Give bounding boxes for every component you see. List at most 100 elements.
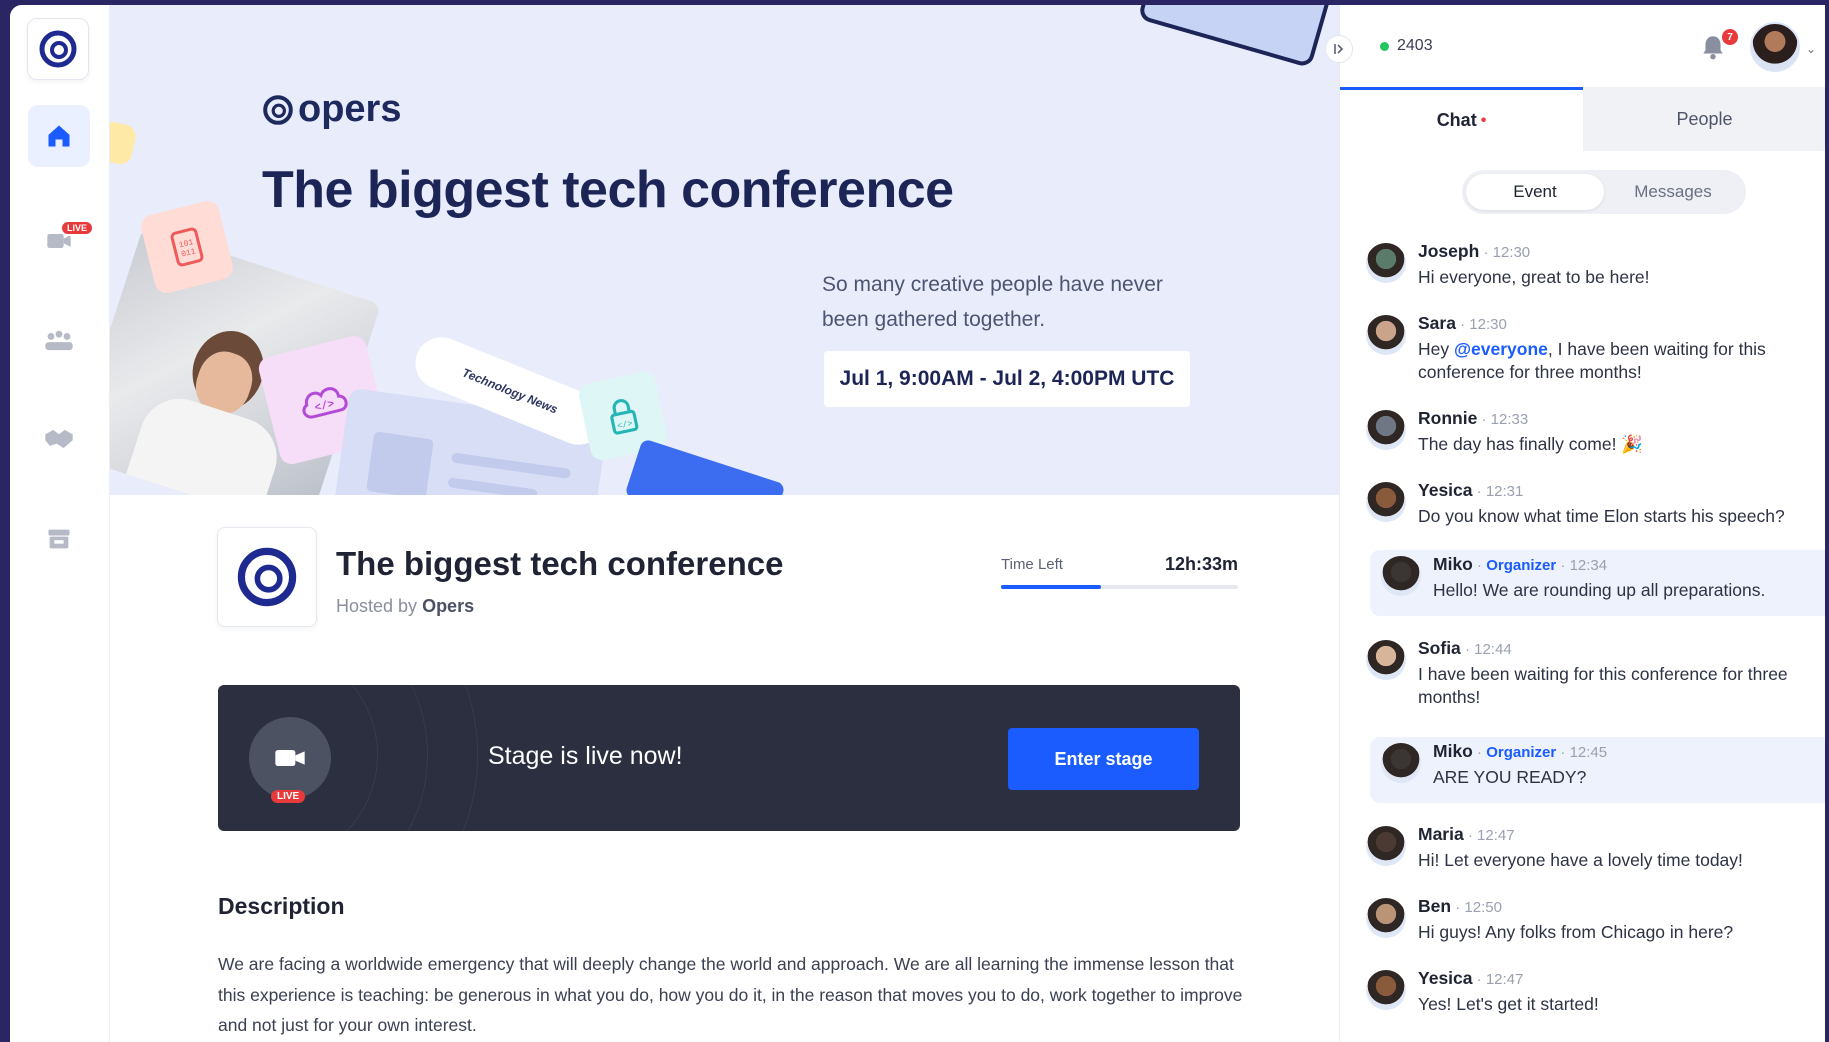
message-author[interactable]: Yesica xyxy=(1418,968,1473,988)
message-header: Sofia · 12:44 xyxy=(1418,638,1825,659)
message-text: Hi! Let everyone have a lovely time toda… xyxy=(1418,850,1743,870)
store-icon xyxy=(48,529,70,549)
message-author[interactable]: Sofia xyxy=(1418,638,1461,658)
event-host: Hosted by Opers xyxy=(336,596,474,617)
chevron-down-icon[interactable]: ⌄ xyxy=(1806,42,1816,56)
svg-text:011: 011 xyxy=(180,247,196,259)
chat-message: Ronnie · 12:33 The day has finally come! … xyxy=(1340,404,1825,476)
hero-subtitle: So many creative people have never been … xyxy=(822,273,1163,331)
hero-title: The biggest tech conference xyxy=(262,161,954,219)
message-author[interactable]: Maria xyxy=(1418,824,1464,844)
chat-scope-toggle: Event Messages xyxy=(1462,170,1746,214)
event-logo-icon xyxy=(237,547,297,607)
notifications-button[interactable]: 7 xyxy=(1700,29,1738,63)
message-time: · 12:44 xyxy=(1460,641,1512,658)
collapse-panel-button[interactable] xyxy=(1325,35,1353,63)
mention-link[interactable]: @everyone xyxy=(1454,339,1548,359)
panel-tabs: Chat • People xyxy=(1340,87,1825,151)
message-body: Yesica · 12:47 Yes! Let's get it started! xyxy=(1418,964,1599,1036)
hosted-by-label: Hosted by xyxy=(336,596,418,616)
segment-messages[interactable]: Messages xyxy=(1604,174,1742,210)
app-logo[interactable] xyxy=(27,18,89,80)
tab-chat[interactable]: Chat • xyxy=(1340,87,1583,151)
message-text: Do you know what time Elon starts his sp… xyxy=(1418,506,1785,526)
message-author[interactable]: Miko xyxy=(1433,554,1473,574)
organizer-badge: Organizer xyxy=(1486,744,1557,761)
message-text: Hey @everyone, I have been waiting for t… xyxy=(1418,339,1766,382)
rail-home-button[interactable] xyxy=(28,105,90,167)
event-logo xyxy=(217,527,317,627)
left-rail: LIVE xyxy=(10,5,110,1042)
message-text: I have been waiting for this conference … xyxy=(1418,664,1788,707)
message-avatar[interactable] xyxy=(1381,556,1421,596)
message-author[interactable]: Ben xyxy=(1418,896,1451,916)
message-avatar[interactable] xyxy=(1366,826,1406,866)
message-header: Yesica · 12:31 xyxy=(1418,480,1785,501)
message-body: Ben · 12:50 Hi guys! Any folks from Chica… xyxy=(1418,892,1733,964)
online-count-value: 2403 xyxy=(1397,37,1433,54)
message-avatar[interactable] xyxy=(1366,410,1406,450)
message-author[interactable]: Miko xyxy=(1433,741,1473,761)
chat-message: Ben · 12:50 Hi guys! Any folks from Chica… xyxy=(1340,892,1825,964)
collapse-icon xyxy=(1334,44,1344,54)
message-author[interactable]: Joseph xyxy=(1418,241,1479,261)
segment-event[interactable]: Event xyxy=(1466,174,1604,210)
decor-tile xyxy=(110,119,138,167)
rail-networking-button[interactable] xyxy=(28,408,90,470)
message-avatar[interactable] xyxy=(1366,640,1406,680)
message-header: Yesica · 12:47 xyxy=(1418,968,1599,989)
message-time: · 12:33 xyxy=(1477,411,1529,428)
message-body: Maria · 12:47 Hi! Let everyone have a lov… xyxy=(1418,820,1743,892)
chat-message: Yesica · 12:31 Do you know what time Elon… xyxy=(1340,476,1825,556)
user-avatar[interactable] xyxy=(1750,22,1800,72)
brand-name: opers xyxy=(298,88,402,130)
message-author[interactable]: Ronnie xyxy=(1418,408,1477,428)
cloud-code-icon: </> xyxy=(302,387,348,419)
decor-device-tile xyxy=(1137,5,1333,69)
event-date-range: Jul 1, 9:00AM - Jul 2, 4:00PM UTC xyxy=(824,351,1190,407)
chat-message: Miko · Organizer · 12:45 ARE YOU READY? xyxy=(1370,737,1825,803)
message-header: Miko · Organizer · 12:34 xyxy=(1433,554,1765,575)
message-header: Sara · 12:30 xyxy=(1418,313,1825,334)
enter-stage-button[interactable]: Enter stage xyxy=(1008,728,1199,790)
message-avatar[interactable] xyxy=(1381,743,1421,783)
message-body: Yesica · 12:31 Do you know what time Elon… xyxy=(1418,476,1785,556)
time-left-progress-fill xyxy=(1001,585,1101,589)
video-camera-icon xyxy=(275,750,305,766)
chat-panel: 2403 7 ⌄ Chat • People Event Messages Jo… xyxy=(1339,5,1825,1042)
time-left-progress xyxy=(1001,585,1238,589)
message-avatar[interactable] xyxy=(1366,482,1406,522)
message-avatar[interactable] xyxy=(1366,970,1406,1010)
message-author[interactable]: Yesica xyxy=(1418,480,1473,500)
message-avatar[interactable] xyxy=(1366,243,1406,283)
brand-logo-icon xyxy=(263,94,293,125)
host-name[interactable]: Opers xyxy=(422,596,474,616)
time-left-label: Time Left xyxy=(1001,556,1063,573)
notification-badge: 7 xyxy=(1722,29,1738,45)
message-text: Hi guys! Any folks from Chicago in here? xyxy=(1418,922,1734,942)
chat-message: Joseph · 12:30 Hi everyone, great to be h… xyxy=(1340,237,1825,309)
rail-sessions-button[interactable] xyxy=(28,310,90,372)
organizer-badge: Organizer xyxy=(1486,557,1557,574)
message-text: Hello! We are rounding up all preparatio… xyxy=(1433,580,1766,600)
rail-live-badge: LIVE xyxy=(60,220,95,236)
binary-file-icon: 101011 xyxy=(170,227,204,267)
message-author[interactable]: Sara xyxy=(1418,313,1456,333)
decor-video-tile xyxy=(624,438,786,495)
message-avatar[interactable] xyxy=(1366,898,1406,938)
tab-people[interactable]: People xyxy=(1583,87,1825,151)
rail-expo-button[interactable] xyxy=(28,508,90,570)
message-header: Ben · 12:50 xyxy=(1418,896,1733,917)
message-body: Joseph · 12:30 Hi everyone, great to be h… xyxy=(1418,237,1650,309)
message-time: · 12:31 xyxy=(1472,483,1524,500)
handshake-icon xyxy=(45,429,73,449)
message-text: The day has finally come! 🎉 xyxy=(1418,434,1644,454)
message-avatar[interactable] xyxy=(1366,315,1406,355)
message-header: Miko · Organizer · 12:45 xyxy=(1433,741,1607,762)
message-header: Ronnie · 12:33 xyxy=(1418,408,1643,429)
audience-icon xyxy=(45,330,73,351)
message-time: · 12:50 xyxy=(1451,899,1502,916)
chat-message: Sofia · 12:44 I have been waiting for thi… xyxy=(1340,634,1825,729)
chat-message: Sara · 12:30 Hey @everyone, I have been w… xyxy=(1340,309,1825,404)
event-title: The biggest tech conference xyxy=(336,545,784,582)
